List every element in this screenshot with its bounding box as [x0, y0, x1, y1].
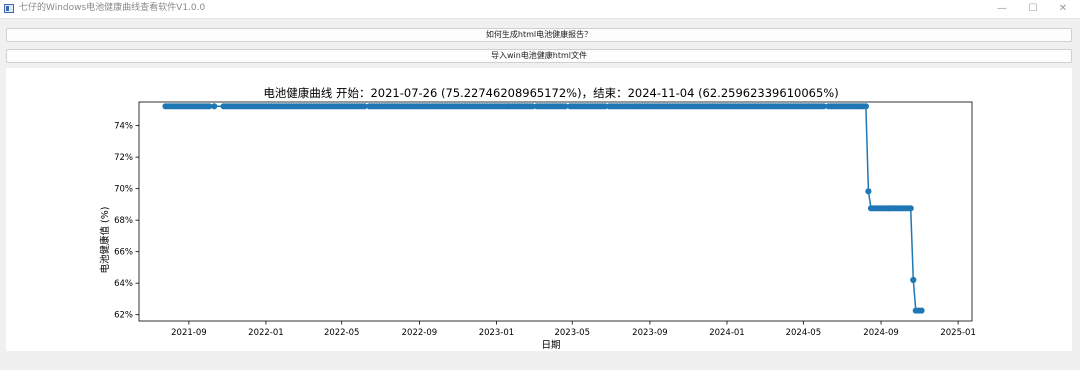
data-point: [865, 188, 872, 195]
import-html-file-button[interactable]: 导入win电池健康html文件: [6, 49, 1072, 63]
y-tick-label: 66%: [114, 248, 133, 258]
window-title: 七仔的Windows电池健康曲线查看软件V1.0.0: [19, 3, 206, 13]
data-point: [862, 103, 870, 110]
data-point: [910, 276, 917, 284]
data-point: [907, 205, 914, 212]
x-tick-label: 2022-09: [402, 328, 438, 338]
x-tick-label: 2023-01: [479, 328, 515, 338]
chart-title: 电池健康曲线 开始：2021-07-26 (75.22746208965172%…: [263, 86, 838, 100]
x-tick-label: 2022-01: [248, 328, 284, 338]
x-axis-label: 日期: [541, 340, 560, 351]
x-tick-label: 2022-05: [324, 328, 360, 338]
x-tick-label: 2023-05: [554, 328, 590, 338]
y-tick-label: 68%: [114, 216, 133, 226]
y-tick-label: 62%: [114, 311, 133, 321]
x-tick-label: 2024-05: [786, 328, 822, 338]
x-tick-label: 2025-01: [940, 328, 976, 338]
y-tick-label: 64%: [114, 279, 133, 289]
data-point: [211, 103, 218, 110]
y-axis-label: 电池健康值 (%): [99, 207, 111, 274]
series-line: [165, 105, 922, 312]
plot-panel: 电池健康曲线 开始：2021-07-26 (75.22746208965172%…: [6, 68, 1072, 351]
app-icon: [4, 4, 14, 13]
title-bar: 七仔的Windows电池健康曲线查看软件V1.0.0 — ☐ ✕: [0, 0, 1080, 19]
x-tick-label: 2023-09: [632, 328, 668, 338]
battery-health-chart: 电池健康曲线 开始：2021-07-26 (75.22746208965172%…: [99, 86, 976, 351]
x-tick-label: 2024-01: [709, 328, 745, 338]
minimize-icon[interactable]: —: [985, 0, 1019, 18]
x-tick-label: 2024-09: [863, 328, 899, 338]
maximize-icon[interactable]: ☐: [1016, 0, 1050, 18]
y-tick-label: 70%: [114, 185, 133, 195]
how-to-generate-report-button[interactable]: 如何生成html电池健康报告？: [6, 28, 1072, 42]
y-tick-label: 72%: [114, 153, 133, 163]
x-tick-label: 2021-09: [171, 328, 207, 338]
y-tick-label: 74%: [114, 122, 133, 132]
data-point: [918, 307, 925, 314]
plot-frame: [138, 101, 973, 322]
close-icon[interactable]: ✕: [1046, 0, 1080, 18]
